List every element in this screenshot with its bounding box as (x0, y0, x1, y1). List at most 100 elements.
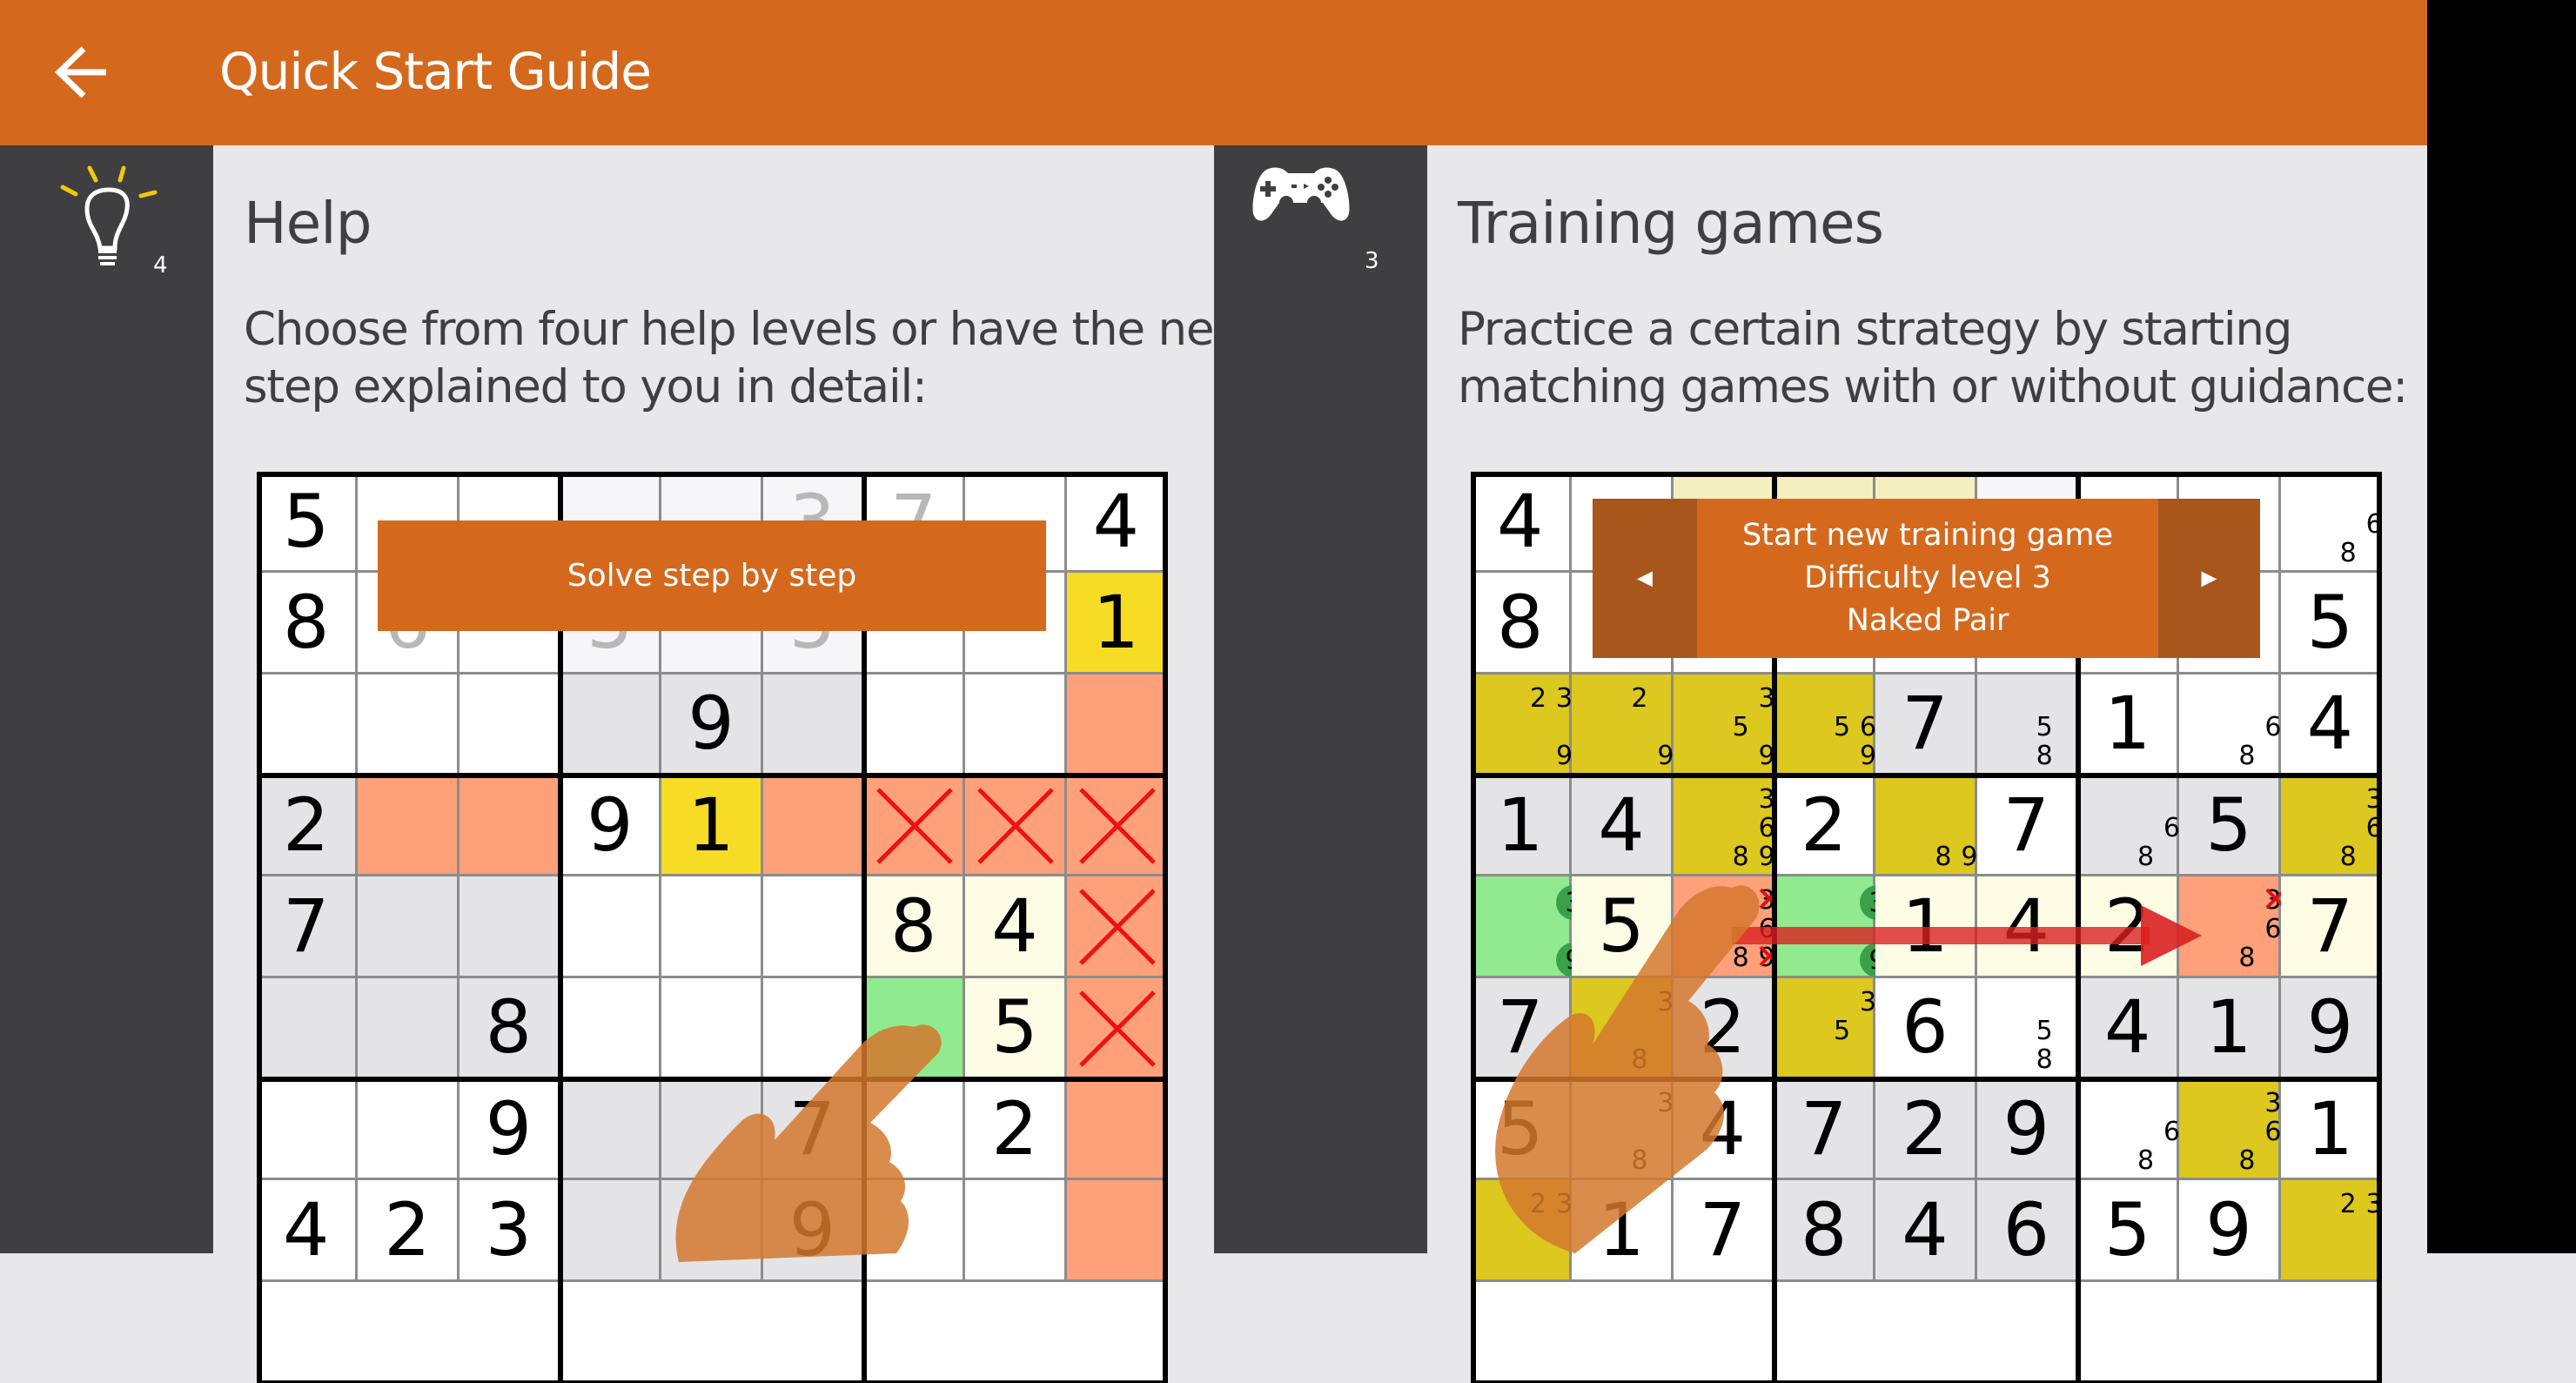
training-grid-cell[interactable]: 1 (2280, 1079, 2382, 1181)
training-grid-cell[interactable]: 6 (1976, 1180, 2078, 1282)
training-grid-cell[interactable]: 368 (2280, 775, 2383, 877)
help-grid-cell[interactable] (257, 674, 359, 775)
help-grid-cell[interactable]: 9 (762, 1180, 864, 1282)
training-grid-cell[interactable]: 38 (1572, 1079, 1674, 1181)
help-grid-cell[interactable] (358, 1079, 460, 1181)
training-grid-cell[interactable]: 2 (1673, 977, 1774, 1079)
training-grid-cell[interactable]: 39 (1774, 876, 1895, 978)
training-grid-cell[interactable]: 68 (2078, 775, 2180, 877)
training-grid-cell[interactable]: 4 (1673, 1079, 1774, 1181)
help-grid-cell[interactable] (1066, 1079, 1168, 1181)
help-grid-cell[interactable] (560, 674, 662, 775)
training-grid-cell[interactable]: 3689 (1673, 775, 1775, 877)
help-grid-cell[interactable] (965, 1180, 1067, 1282)
training-grid-cell[interactable]: 35 (1774, 977, 1876, 1079)
help-grid-cell[interactable]: 9 (560, 775, 662, 877)
help-grid-cell[interactable]: 1 (661, 775, 763, 877)
start-training-game-button[interactable]: Start new training game Difficulty level… (1697, 499, 2158, 658)
training-grid-cell[interactable]: 368 (2179, 1079, 2281, 1181)
training-icon-button[interactable]: 3 (1244, 161, 1401, 292)
help-grid-cell[interactable]: 8 (459, 977, 560, 1079)
help-grid-cell[interactable]: 1 (1066, 573, 1168, 675)
help-grid-cell[interactable] (358, 977, 460, 1079)
help-grid-cell[interactable]: 2 (358, 1180, 460, 1282)
help-grid-cell[interactable]: 2 (965, 1079, 1067, 1181)
help-grid-cell[interactable] (661, 977, 763, 1079)
training-grid-cell[interactable]: 1 (1572, 1180, 1674, 1282)
training-grid-cell[interactable]: 4 (1976, 876, 2078, 978)
help-grid-cell[interactable] (1066, 977, 1168, 1079)
help-grid-cell[interactable]: 8 (257, 573, 359, 675)
next-strategy-button[interactable]: ► (2158, 499, 2260, 658)
help-grid-cell[interactable] (257, 977, 359, 1079)
solve-step-by-step-button[interactable]: Solve step by step (378, 520, 1046, 631)
training-grid-cell[interactable]: 23 9 (1471, 674, 1573, 775)
help-grid-cell[interactable] (459, 674, 560, 775)
help-grid-cell[interactable] (965, 775, 1067, 877)
help-grid-cell[interactable] (257, 1079, 359, 1181)
training-grid-cell[interactable]: 8 (1774, 1180, 1876, 1282)
training-grid-cell[interactable]: 4 (1572, 775, 1674, 877)
help-grid-cell[interactable] (358, 674, 460, 775)
training-grid-cell[interactable]: 58 (1976, 977, 2078, 1079)
training-grid-cell[interactable]: 2 (1875, 1079, 1977, 1181)
training-grid-cell[interactable]: 5 (1471, 1079, 1573, 1181)
training-grid-cell[interactable]: 23 (1471, 1180, 1573, 1282)
training-grid-cell[interactable]: 359 (1673, 674, 1775, 775)
help-grid-cell[interactable]: 4 (257, 1180, 359, 1282)
training-grid-cell[interactable]: 2 (2078, 876, 2180, 978)
help-grid-cell[interactable]: 4 (965, 876, 1067, 978)
training-grid-cell[interactable]: 4 (2280, 674, 2382, 775)
help-grid-cell[interactable]: 5 (965, 977, 1067, 1079)
training-grid-cell[interactable]: 8 (1471, 573, 1573, 675)
help-grid-cell[interactable]: 5 (257, 472, 359, 574)
training-grid-cell[interactable]: 7 (1976, 775, 2078, 877)
training-grid-cell[interactable]: 5 (1572, 876, 1674, 978)
training-grid-cell[interactable]: 68 (2280, 472, 2383, 574)
help-grid-cell[interactable]: 8 (864, 876, 966, 978)
help-grid-cell[interactable] (864, 1079, 966, 1181)
help-grid-cell[interactable] (864, 977, 966, 1079)
training-grid-cell[interactable]: 5 (2280, 573, 2382, 675)
help-grid-cell[interactable] (1066, 876, 1168, 978)
help-grid-cell[interactable] (459, 876, 560, 978)
training-grid-cell[interactable]: 7 (1774, 1079, 1876, 1181)
help-grid-cell[interactable] (560, 1180, 662, 1282)
training-grid-cell[interactable]: 38 (1572, 977, 1674, 1079)
training-grid-cell[interactable]: 89 (1875, 775, 1977, 877)
help-icon-button[interactable]: 4 (52, 161, 209, 292)
training-grid-cell[interactable]: 569 (1774, 674, 1876, 775)
training-grid-cell[interactable]: 9 (2280, 977, 2382, 1079)
training-grid-cell[interactable]: 7 (1875, 674, 1977, 775)
training-grid-cell[interactable]: 7 (1673, 1180, 1774, 1282)
help-grid-cell[interactable] (762, 775, 864, 877)
help-grid-cell[interactable] (864, 775, 966, 877)
training-grid-cell[interactable]: 9 (1976, 1079, 2078, 1181)
help-grid-cell[interactable]: 3 (459, 1180, 560, 1282)
training-grid-cell[interactable]: 6 (1875, 977, 1977, 1079)
training-grid-cell[interactable]: 1 (1471, 775, 1573, 877)
help-grid-cell[interactable] (965, 674, 1067, 775)
training-grid-cell[interactable]: 5 (2078, 1180, 2180, 1282)
help-grid-cell[interactable] (358, 876, 460, 978)
training-grid-cell[interactable]: 68 (2179, 674, 2281, 775)
help-grid-cell[interactable] (560, 1079, 662, 1181)
training-grid-cell[interactable]: 68 (2078, 1079, 2180, 1181)
help-grid-cell[interactable] (661, 876, 763, 978)
training-grid-cell[interactable]: 7 (1471, 977, 1573, 1079)
training-grid-cell[interactable]: 29 (1572, 674, 1674, 775)
help-grid-cell[interactable] (661, 1180, 763, 1282)
help-grid-cell[interactable] (1066, 775, 1168, 877)
help-grid-cell[interactable] (864, 1180, 966, 1282)
help-grid-cell[interactable] (762, 674, 864, 775)
training-grid-cell[interactable]: 23 (2280, 1180, 2383, 1282)
help-grid-cell[interactable] (1066, 1180, 1168, 1282)
help-grid-cell[interactable] (560, 876, 662, 978)
training-grid-cell[interactable]: 1 (1875, 876, 1977, 978)
training-grid-cell[interactable]: 9 (2179, 1180, 2281, 1282)
help-grid-cell[interactable]: 9 (459, 1079, 560, 1181)
help-grid-cell[interactable] (560, 977, 662, 1079)
help-grid-cell[interactable]: 7 (257, 876, 359, 978)
help-grid-cell[interactable] (762, 876, 864, 978)
training-grid-cell[interactable]: 4 (1471, 472, 1573, 574)
